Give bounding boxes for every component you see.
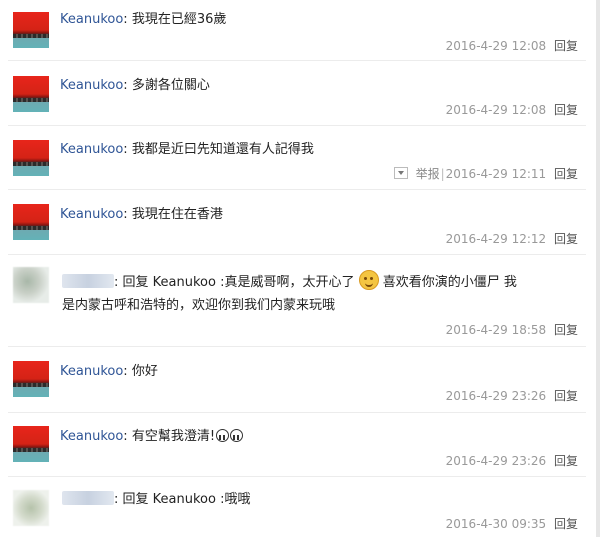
comment-body: 多謝各位關心: [131, 78, 210, 93]
comment-meta: 2016-4-29 18:58 回复: [446, 321, 578, 338]
comment-meta: 2016-4-29 23:26 回复: [446, 452, 578, 469]
avatar[interactable]: [13, 361, 49, 397]
comment-item: Keanukoo: 你好 2016-4-29 23:26 回复: [0, 348, 596, 413]
reply-button[interactable]: 回复: [554, 323, 578, 337]
timestamp: 2016-4-29 12:11: [445, 167, 547, 181]
avatar[interactable]: [13, 76, 49, 112]
reply-button[interactable]: 回复: [554, 389, 578, 403]
colon: :: [123, 142, 132, 157]
comment-body: 我現在住在香港: [131, 207, 223, 222]
colon: :: [123, 364, 132, 379]
comment-text: Keanukoo: 有空幫我澄清!: [60, 425, 576, 448]
reply-prefix: : 回复 Keanukoo :: [114, 492, 225, 507]
blurred-username[interactable]: [62, 274, 114, 288]
dropdown-icon[interactable]: [393, 167, 408, 179]
avatar[interactable]: [13, 490, 49, 526]
comment-body: 我現在已經36歲: [131, 12, 227, 27]
timestamp: 2016-4-29 23:26: [445, 389, 547, 403]
colon: :: [123, 12, 132, 27]
comment-body: 我都是近曰先知道還有人記得我: [131, 142, 314, 157]
crying-emoji-icon: [216, 429, 230, 442]
reply-button[interactable]: 回复: [554, 167, 578, 181]
reply-button[interactable]: 回复: [554, 39, 578, 53]
colon: :: [123, 78, 132, 93]
reply-prefix: : 回复 Keanukoo :: [114, 275, 225, 290]
username-link[interactable]: Keanukoo: [60, 142, 123, 157]
comment-body: 是内蒙古呼和浩特的，欢迎你到我们内蒙来玩哦: [62, 298, 336, 313]
reply-button[interactable]: 回复: [554, 232, 578, 246]
comment-body: 喜欢看你演的小僵尸 我: [382, 275, 517, 290]
divider: [8, 254, 586, 255]
report-button[interactable]: 举报: [416, 167, 440, 181]
avatar[interactable]: [13, 140, 49, 176]
username-link[interactable]: Keanukoo: [60, 429, 123, 444]
right-border: [596, 0, 600, 537]
comment-body: 你好: [131, 364, 158, 379]
comment-body: 哦哦: [224, 492, 251, 507]
username-link[interactable]: Keanukoo: [60, 364, 123, 379]
comment-item: Keanukoo: 有空幫我澄清! 2016-4-29 23:26 回复: [0, 414, 596, 477]
comment-text: Keanukoo: 你好: [60, 360, 576, 383]
colon: :: [123, 429, 132, 444]
comment-item: Keanukoo: 我現在已經36歲 2016-4-29 12:08 回复: [0, 0, 596, 61]
divider: [8, 346, 586, 347]
comment-meta: 2016-4-29 12:08 回复: [446, 101, 578, 118]
comment-text: Keanukoo: 多謝各位關心: [60, 74, 576, 97]
comment-meta: 举报|2016-4-29 12:11 回复: [393, 165, 578, 182]
comment-text: Keanukoo: 我現在已經36歲: [60, 8, 576, 31]
timestamp: 2016-4-29 12:08: [445, 103, 547, 117]
avatar[interactable]: [13, 204, 49, 240]
reply-button[interactable]: 回复: [554, 454, 578, 468]
divider: [8, 189, 586, 190]
avatar[interactable]: [13, 267, 49, 303]
comment-item: : 回复 Keanukoo :哦哦 2016-4-30 09:35 回复: [0, 478, 596, 537]
comment-body: 有空幫我澄清!: [131, 429, 216, 444]
comment-text: : 回复 Keanukoo :哦哦: [62, 488, 576, 511]
username-link[interactable]: Keanukoo: [60, 12, 123, 27]
timestamp: 2016-4-29 12:12: [445, 232, 547, 246]
comment-meta: 2016-4-30 09:35 回复: [446, 515, 578, 532]
timestamp: 2016-4-29 18:58: [445, 323, 547, 337]
divider: [8, 412, 586, 413]
comment-meta: 2016-4-29 23:26 回复: [446, 387, 578, 404]
comment-body: 真是威哥啊，太开心了: [224, 275, 355, 290]
divider: [8, 125, 586, 126]
comment-item: Keanukoo: 我都是近曰先知道還有人記得我 举报|2016-4-29 12…: [0, 127, 596, 190]
smile-emoji-icon: [358, 270, 379, 290]
avatar[interactable]: [13, 426, 49, 462]
comment-text: : 回复 Keanukoo :真是威哥啊，太开心了 喜欢看你演的小僵尸 我 是内…: [62, 270, 576, 317]
comment-meta: 2016-4-29 12:08 回复: [446, 37, 578, 54]
timestamp: 2016-4-29 23:26: [445, 454, 547, 468]
comment-meta: 2016-4-29 12:12 回复: [446, 230, 578, 247]
avatar[interactable]: [13, 12, 49, 48]
username-link[interactable]: Keanukoo: [60, 207, 123, 222]
divider: [8, 60, 586, 61]
separator: |: [440, 167, 445, 181]
divider: [8, 476, 586, 477]
comment-item: Keanukoo: 我現在住在香港 2016-4-29 12:12 回复: [0, 191, 596, 255]
crying-emoji-icon: [230, 429, 244, 442]
reply-button[interactable]: 回复: [554, 517, 578, 531]
comment-item: Keanukoo: 多謝各位關心 2016-4-29 12:08 回复: [0, 62, 596, 126]
timestamp: 2016-4-30 09:35: [445, 517, 547, 531]
comment-item: : 回复 Keanukoo :真是威哥啊，太开心了 喜欢看你演的小僵尸 我 是内…: [0, 256, 596, 347]
username-link[interactable]: Keanukoo: [60, 78, 123, 93]
comment-text: Keanukoo: 我現在住在香港: [60, 203, 576, 226]
reply-button[interactable]: 回复: [554, 103, 578, 117]
timestamp: 2016-4-29 12:08: [445, 39, 547, 53]
comment-text: Keanukoo: 我都是近曰先知道還有人記得我: [60, 138, 576, 161]
colon: :: [123, 207, 132, 222]
blurred-username[interactable]: [62, 491, 114, 505]
